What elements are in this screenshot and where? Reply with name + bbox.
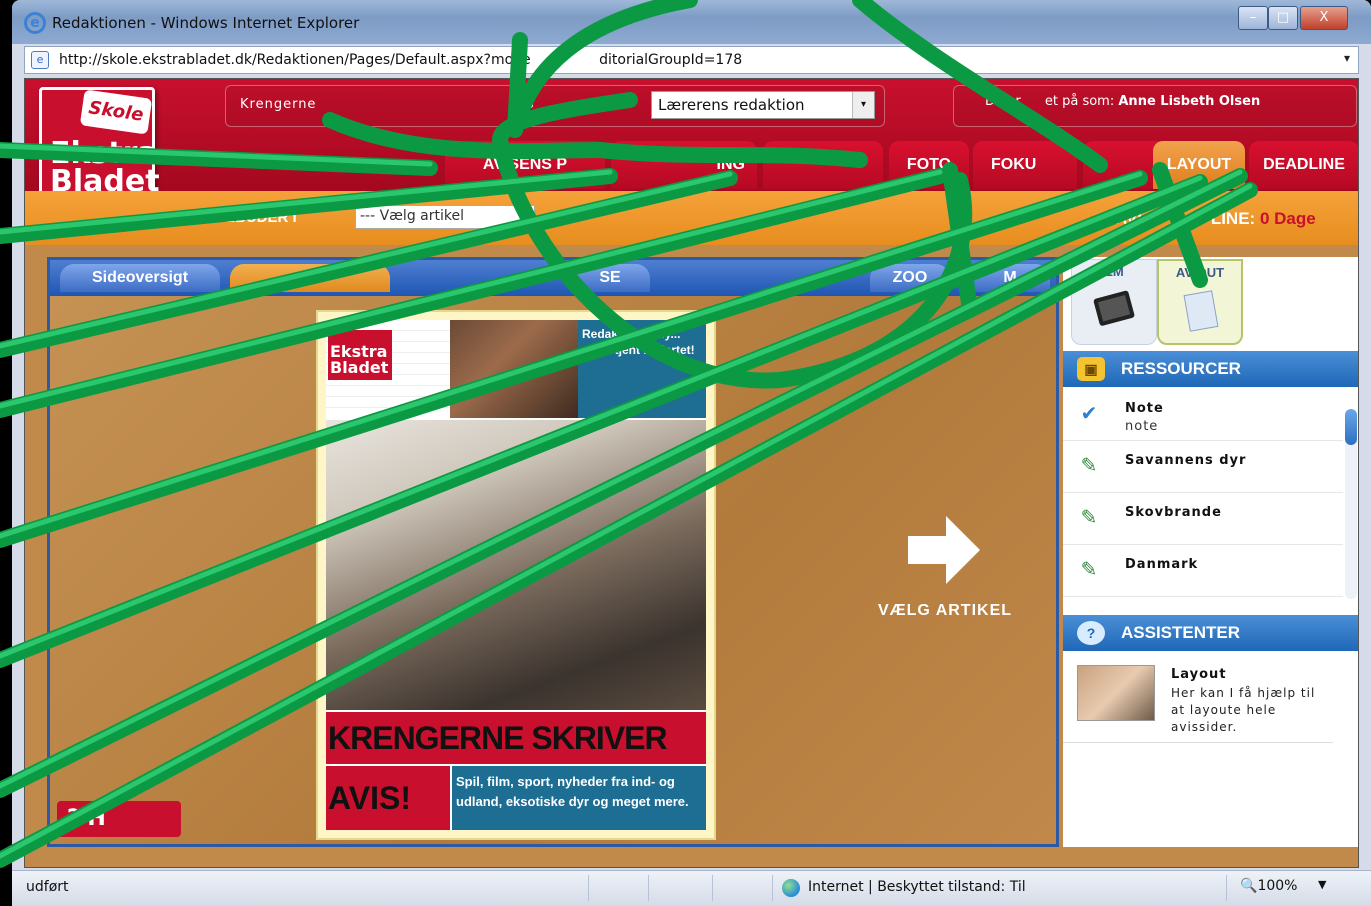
np-avis[interactable]: AVIS! <box>326 766 450 830</box>
redaction-select-value: Lærerens redaktion <box>658 96 805 114</box>
tab-sideoversigt[interactable]: Sideoversigt <box>60 264 220 292</box>
status-bar: udført Internet | Beskyttet tilstand: Ti… <box>12 870 1371 906</box>
logged-user-name: Anne Lisbeth Olsen <box>1118 94 1261 109</box>
page-icon: e <box>31 51 49 69</box>
article-select[interactable]: --- Vælg artikel <box>355 205 535 229</box>
app-header: Krengerne B Lærerens redaktion ▾ Du er e… <box>25 79 1358 205</box>
np-headline[interactable]: KRENGERNE SKRIVER <box>326 712 706 764</box>
zoom-dropdown-icon[interactable]: ▼ <box>1318 878 1326 891</box>
deadline-indicator: AVI LINE: 0 Dage <box>1115 209 1316 228</box>
pencil-icon: ✎ <box>1080 453 1098 477</box>
resource-item-savannens-dyr[interactable]: ✎ Savannens dyr <box>1063 441 1343 493</box>
rp-tab-tema[interactable]: EM <box>1071 259 1157 345</box>
resources-scrollbar[interactable] <box>1345 409 1357 599</box>
assistant-avatar <box>1077 665 1155 721</box>
resource-item-note[interactable]: ✔ Note note <box>1063 389 1343 441</box>
tablet-icon <box>1093 290 1135 326</box>
chevron-down-icon[interactable]: ▾ <box>852 92 874 118</box>
maximize-button[interactable]: □ <box>1268 6 1298 30</box>
tab-foto[interactable]: FOTO <box>889 141 969 189</box>
np-photo-main[interactable] <box>326 420 706 710</box>
np-logo: Ekstra Bladet <box>328 330 392 380</box>
resource-item-more[interactable]: ✎ ... <box>1063 597 1343 611</box>
rp-tab-avislayout[interactable]: AV OUT <box>1157 259 1243 345</box>
assistant-description: Her kan I få hjælp til at layoute hele a… <box>1171 686 1316 734</box>
status-text: udført <box>26 879 69 895</box>
pencil-icon: ✎ <box>1080 505 1098 529</box>
address-dropdown-icon[interactable]: ▾ <box>1344 51 1350 65</box>
sidebuder-label: SIDEBUDER I <box>200 209 297 226</box>
zoom-level[interactable]: 🔍100% <box>1240 878 1297 894</box>
newspaper-page: Ekstra Bladet Redaktionen ny... velfortj… <box>326 320 706 830</box>
help-icon: ? <box>1077 621 1105 645</box>
group-label: Krengerne <box>240 97 317 112</box>
security-zone-text[interactable]: Internet | Beskyttet tilstand: Til <box>808 879 1026 895</box>
document-icon <box>1183 290 1219 332</box>
assistants-header[interactable]: ? ASSISTENTER <box>1063 615 1358 651</box>
internet-zone-icon <box>782 879 800 897</box>
right-panel: EM AV OUT ▣ RESSOURCER ✔ Note note ✎ Sav… <box>1063 257 1358 847</box>
redaction-select[interactable]: Lærerens redaktion ▾ <box>651 91 875 119</box>
logged-in-info: Du er et på som: Anne Lisbeth Olsen <box>985 94 1261 109</box>
tab-se[interactable]: SE <box>570 264 650 292</box>
tab-redigering[interactable]: ING <box>611 141 757 189</box>
scroll-thumb[interactable] <box>1345 409 1357 445</box>
ie-logo-icon: e <box>24 12 46 34</box>
np-teaser[interactable]: Redaktionen ny... velfortjent i... forte… <box>578 320 706 418</box>
pencil-icon: ✎ <box>1080 557 1098 581</box>
logo-skole-text: Skole <box>79 89 153 135</box>
browser-window: e Redaktionen - Windows Internet Explore… <box>12 0 1371 906</box>
skole-ekstrabladet-logo[interactable]: Skole Ekstra Bladet <box>39 87 160 205</box>
pencil-icon: ✎ <box>1075 609 1103 611</box>
help-button[interactable]: ? H <box>57 801 181 837</box>
title-bar: e Redaktionen - Windows Internet Explore… <box>12 0 1371 44</box>
tab-m[interactable]: M <box>970 264 1050 292</box>
logo-brand-text: Ekstra Bladet <box>50 136 160 199</box>
tab-deadline[interactable]: DEADLINE <box>1249 141 1358 189</box>
tab-foto-1[interactable] <box>763 141 883 189</box>
tab-fokus[interactable]: FOKU <box>973 141 1077 189</box>
window-title: Redaktionen - Windows Internet Explorer <box>52 14 360 32</box>
tab-sidevisning[interactable] <box>230 264 390 292</box>
minimize-button[interactable]: – <box>1238 6 1268 30</box>
page-content: Krengerne B Lærerens redaktion ▾ Du er e… <box>24 78 1359 868</box>
header-b-label: B <box>525 97 534 112</box>
tab-zoom[interactable]: ZOO <box>870 264 950 292</box>
url-text[interactable]: http://skole.ekstrabladet.dk/Redaktionen… <box>59 52 742 68</box>
sub-bar: SIDEBUDER I --- Vælg artikel AVI LINE: 0… <box>25 191 1358 245</box>
magnifier-icon: 🔍 <box>1240 878 1258 894</box>
layout-workspace: Sideoversigt SE ZOO M Ekstra Bladet Reda… <box>47 257 1059 847</box>
folder-icon: ▣ <box>1077 357 1105 381</box>
assistant-item-layout[interactable]: Layout Her kan I få hjælp til at layoute… <box>1063 655 1333 743</box>
np-photo-small[interactable] <box>450 320 578 418</box>
arrow-right-icon[interactable] <box>904 510 984 590</box>
resources-header[interactable]: ▣ RESSOURCER <box>1063 351 1358 387</box>
close-button[interactable]: X <box>1300 6 1348 30</box>
tab-layout[interactable]: LAYOUT <box>1153 141 1245 189</box>
choose-article-label[interactable]: VÆLG ARTIKEL <box>870 602 1020 620</box>
np-logo-area: Ekstra Bladet <box>326 320 450 418</box>
note-icon: ✔ <box>1080 401 1098 425</box>
np-subheadline[interactable]: Spil, film, sport, nyheder fra ind- og u… <box>452 766 706 830</box>
resource-item-skovbrande[interactable]: ✎ Skovbrande <box>1063 493 1343 545</box>
newspaper-page-preview[interactable]: Ekstra Bladet Redaktionen ny... velfortj… <box>316 310 716 840</box>
resource-item-danmark[interactable]: ✎ Danmark <box>1063 545 1343 597</box>
address-bar[interactable]: e http://skole.ekstrabladet.dk/Redaktion… <box>24 46 1359 74</box>
tab-avisens-profil[interactable]: AVISENS P <box>445 141 605 189</box>
assistant-title: Layout <box>1171 667 1227 682</box>
resources-list: ✔ Note note ✎ Savannens dyr ✎ Skovbrande… <box>1063 389 1343 611</box>
deadline-value: 0 Dage <box>1259 209 1316 228</box>
workspace-tabs: Sideoversigt SE ZOO M <box>50 260 1056 296</box>
